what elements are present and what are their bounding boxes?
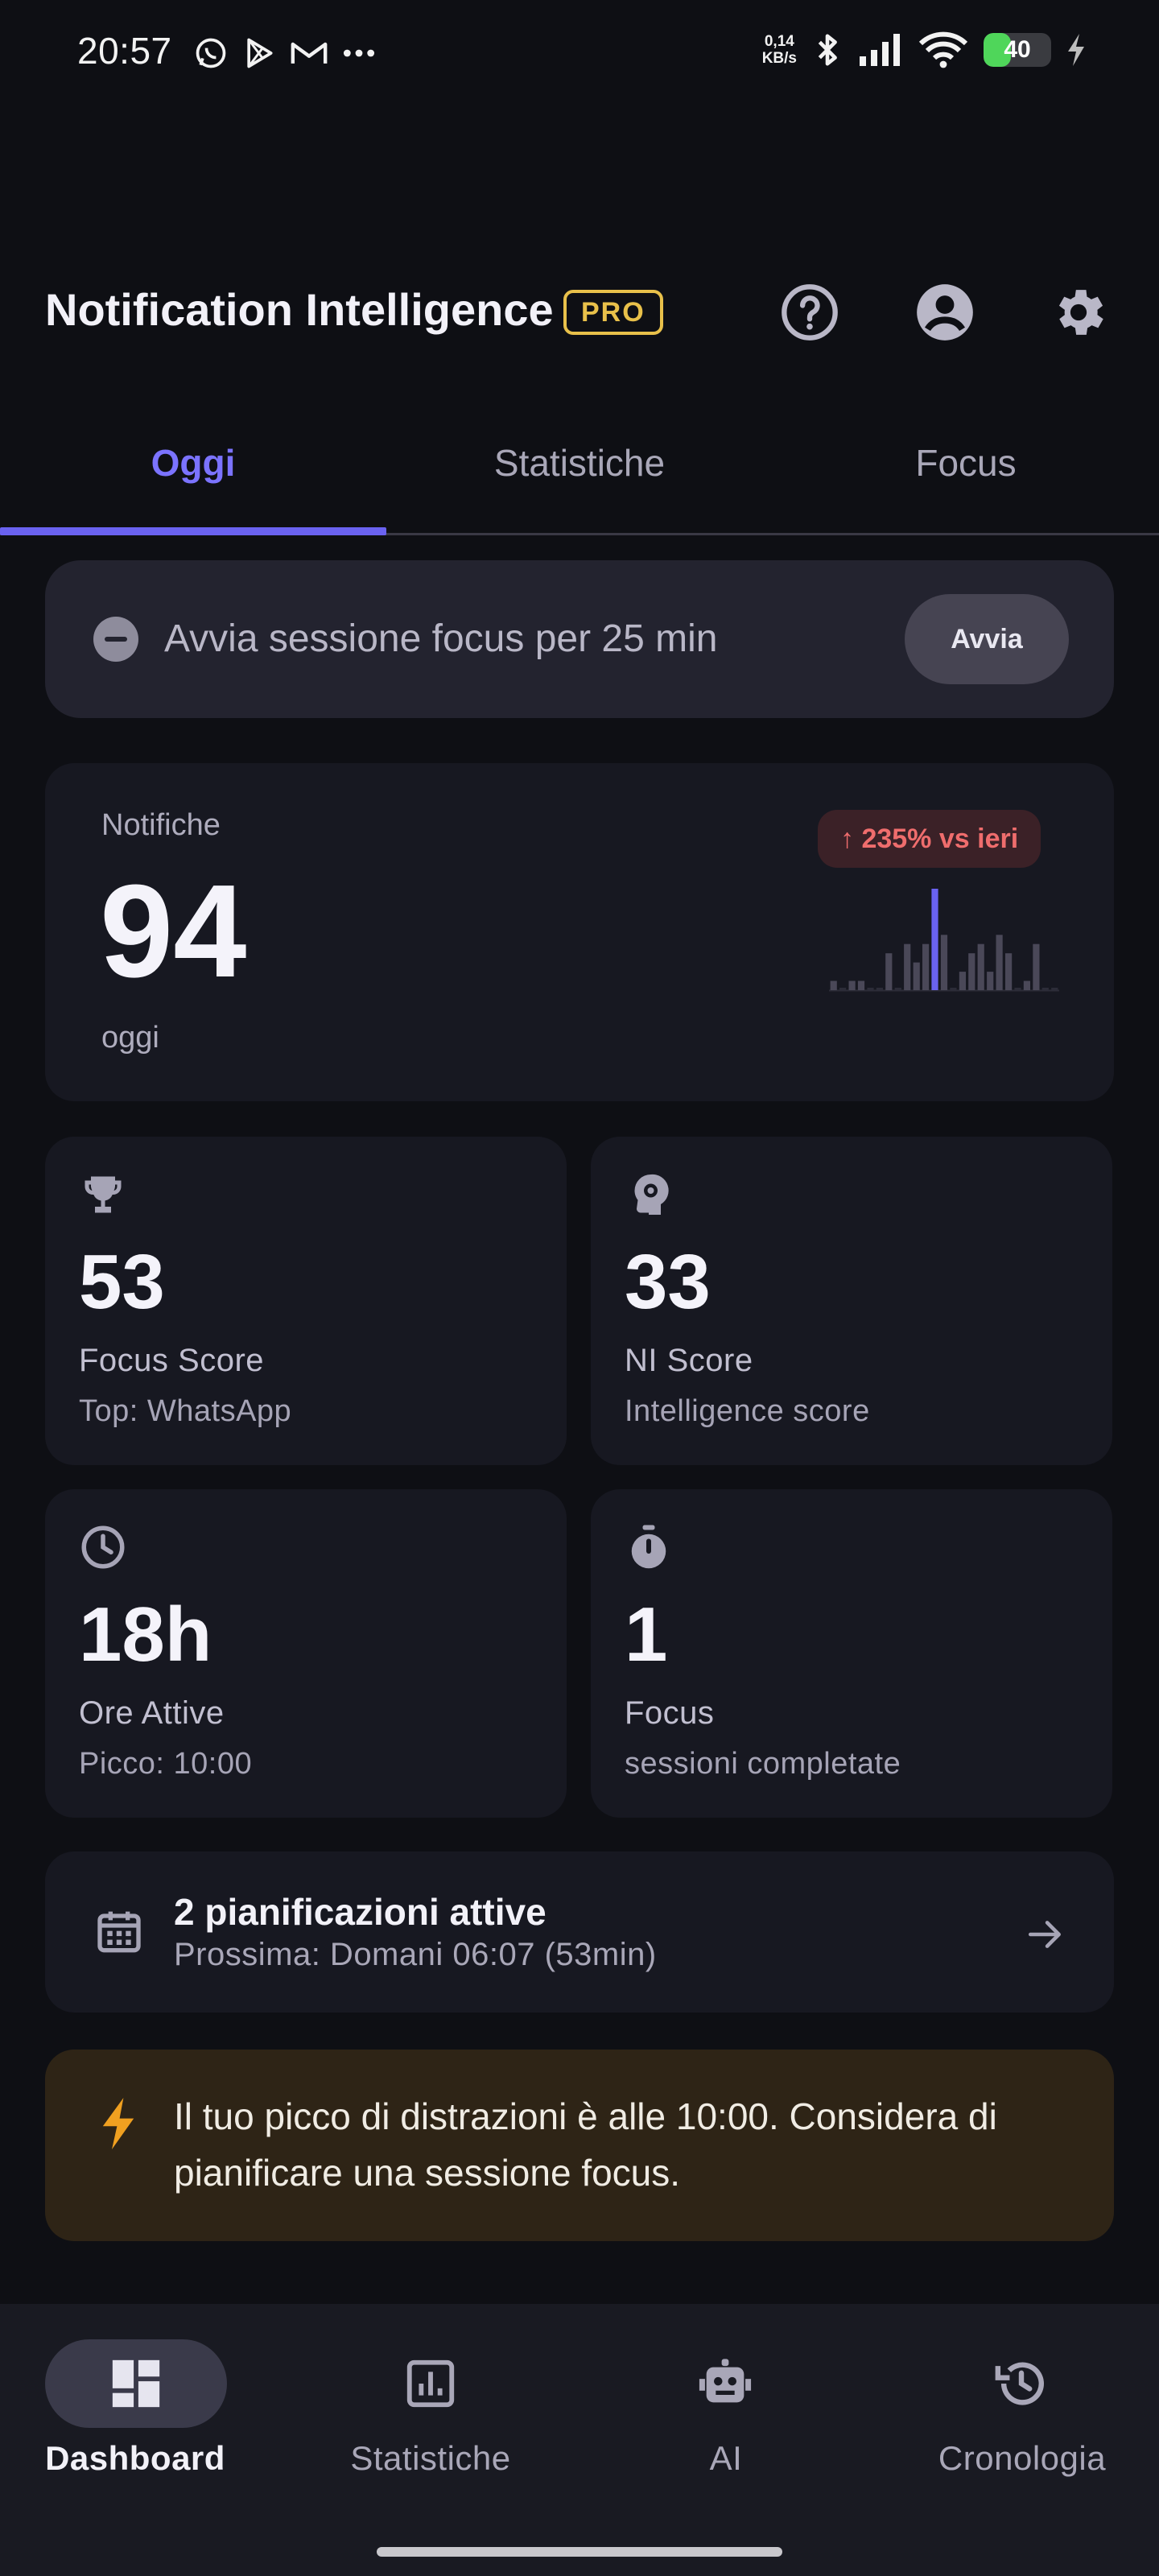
tab-statistiche[interactable]: Statistiche bbox=[386, 441, 773, 485]
sparkline-bar bbox=[996, 935, 1003, 990]
sparkline-bar bbox=[1014, 988, 1021, 990]
calendar-icon bbox=[93, 1906, 145, 1958]
ni-score-value: 33 bbox=[625, 1239, 711, 1325]
sparkline-bar bbox=[1005, 953, 1013, 990]
trend-badge: ↑ 235% vs ieri bbox=[818, 810, 1041, 868]
timer-icon bbox=[625, 1523, 673, 1571]
focus-score-label: Focus Score bbox=[79, 1343, 265, 1378]
status-time: 20:57 bbox=[77, 30, 172, 72]
tab-oggi[interactable]: Oggi bbox=[0, 441, 386, 485]
tip-text: Il tuo picco di distrazioni è alle 10:00… bbox=[174, 2095, 997, 2194]
charging-icon bbox=[1068, 34, 1084, 66]
arrow-right-icon[interactable] bbox=[1025, 1914, 1066, 1955]
sparkline-bar bbox=[922, 943, 930, 990]
network-speed-value: 0,14 bbox=[764, 33, 794, 50]
sparkline-bar bbox=[1051, 988, 1058, 990]
nav-cronologia-label[interactable]: Cronologia bbox=[901, 2439, 1143, 2478]
hourly-sparkline bbox=[829, 889, 1059, 992]
active-hours-value: 18h bbox=[79, 1591, 212, 1678]
lightning-icon bbox=[100, 2098, 137, 2149]
sparkline-bar bbox=[848, 980, 856, 990]
sparkline-bar bbox=[894, 988, 901, 990]
sparkline-bar bbox=[968, 953, 975, 990]
signal-icon bbox=[860, 34, 900, 66]
more-icon bbox=[343, 49, 375, 57]
focus-quickstart-text: Avvia sessione focus per 25 min bbox=[164, 617, 718, 660]
status-system-icons: 0,14 KB/s 40 bbox=[762, 31, 1087, 69]
sparkline-bar bbox=[987, 972, 994, 990]
trophy-icon bbox=[79, 1170, 127, 1219]
bluetooth-icon bbox=[818, 34, 837, 66]
sparkline-bar bbox=[876, 988, 883, 990]
network-speed: 0,14 KB/s bbox=[762, 33, 797, 67]
focus-sessions-label: Focus bbox=[625, 1695, 715, 1731]
tab-focus[interactable]: Focus bbox=[773, 441, 1159, 485]
battery-level: 40 bbox=[1004, 36, 1031, 63]
stats-icon[interactable] bbox=[402, 2355, 459, 2412]
app-title: Notification Intelligence bbox=[45, 284, 554, 335]
history-icon[interactable] bbox=[993, 2355, 1050, 2412]
do-not-disturb-icon bbox=[93, 617, 138, 662]
clock-icon bbox=[79, 1523, 127, 1571]
network-speed-unit: KB/s bbox=[761, 50, 797, 67]
focus-sessions-value: 1 bbox=[625, 1591, 668, 1678]
status-notification-icons bbox=[193, 35, 377, 71]
whatsapp-icon bbox=[196, 38, 226, 68]
sparkline-bar bbox=[977, 943, 984, 990]
gmail-icon bbox=[291, 42, 328, 64]
account-icon[interactable] bbox=[914, 282, 975, 343]
sparkline-bar bbox=[913, 962, 920, 990]
sparkline-bar bbox=[1041, 988, 1049, 990]
sparkline-bar bbox=[904, 943, 911, 990]
nav-ai-label[interactable]: AI bbox=[605, 2439, 847, 2478]
sparkline-bar bbox=[959, 972, 966, 990]
start-focus-button[interactable]: Avvia bbox=[905, 594, 1069, 684]
notifications-label: Notifiche bbox=[101, 808, 221, 842]
sparkline-bar bbox=[1023, 980, 1030, 990]
sparkline-bar bbox=[950, 988, 957, 990]
home-indicator[interactable] bbox=[377, 2547, 782, 2557]
focus-sessions-sub: sessioni completate bbox=[625, 1747, 901, 1781]
nav-dashboard-label[interactable]: Dashboard bbox=[14, 2439, 256, 2478]
status-bar: 20:57 0,14 KB/s 40 bbox=[0, 0, 1159, 105]
tab-indicator bbox=[0, 527, 386, 535]
notifications-sub: oggi bbox=[101, 1021, 159, 1055]
pro-badge: PRO bbox=[563, 290, 663, 335]
sparkline-bar bbox=[931, 889, 938, 990]
schedules-next: Prossima: Domani 06:07 (53min) bbox=[174, 1937, 657, 1972]
sparkline-bar bbox=[940, 935, 948, 990]
ni-score-sub: Intelligence score bbox=[625, 1394, 870, 1428]
sparkline-bar bbox=[867, 988, 874, 990]
help-icon[interactable] bbox=[779, 282, 840, 343]
battery-indicator: 40 bbox=[984, 33, 1051, 67]
sparkline-bar bbox=[1033, 943, 1040, 990]
active-hours-sub: Picco: 10:00 bbox=[79, 1747, 253, 1781]
sparkline-bar bbox=[839, 988, 847, 990]
focus-score-sub: Top: WhatsApp bbox=[79, 1394, 292, 1428]
notifications-count: 94 bbox=[100, 857, 247, 1005]
focus-score-value: 53 bbox=[79, 1239, 165, 1325]
wifi-icon bbox=[918, 31, 968, 68]
active-hours-label: Ore Attive bbox=[79, 1695, 225, 1731]
sparkline-bar bbox=[885, 953, 893, 990]
dashboard-icon[interactable] bbox=[108, 2355, 164, 2412]
robot-icon[interactable] bbox=[697, 2355, 753, 2412]
brain-gear-icon bbox=[625, 1170, 673, 1219]
sparkline-bar bbox=[857, 980, 865, 990]
sparkline-bar bbox=[830, 980, 837, 990]
schedules-title: 2 pianificazioni attive bbox=[174, 1891, 547, 1933]
settings-icon[interactable] bbox=[1048, 282, 1109, 343]
nav-statistiche-label[interactable]: Statistiche bbox=[310, 2439, 551, 2478]
ni-score-label: NI Score bbox=[625, 1343, 753, 1378]
play-store-icon bbox=[247, 38, 273, 68]
